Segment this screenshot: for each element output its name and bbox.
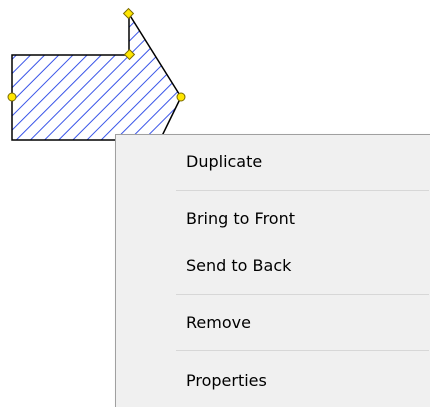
pentagon-arrow-shape[interactable] (11, 11, 182, 141)
menu-separator (176, 190, 429, 191)
resize-handle-left[interactable] (7, 92, 17, 102)
menu-separator (176, 350, 429, 351)
context-menu: Duplicate Bring to Front Send to Back Re… (115, 134, 430, 407)
menu-item-properties[interactable]: Properties (116, 366, 429, 396)
menu-item-send-to-back[interactable]: Send to Back (116, 251, 429, 281)
menu-separator (176, 294, 429, 295)
menu-item-bring-to-front[interactable]: Bring to Front (116, 204, 429, 234)
menu-item-remove[interactable]: Remove (116, 308, 429, 338)
resize-handle-right[interactable] (176, 92, 186, 102)
menu-item-duplicate[interactable]: Duplicate (116, 147, 429, 177)
adjust-handle-top[interactable] (122, 7, 135, 20)
drawing-canvas[interactable]: Duplicate Bring to Front Send to Back Re… (0, 0, 430, 407)
